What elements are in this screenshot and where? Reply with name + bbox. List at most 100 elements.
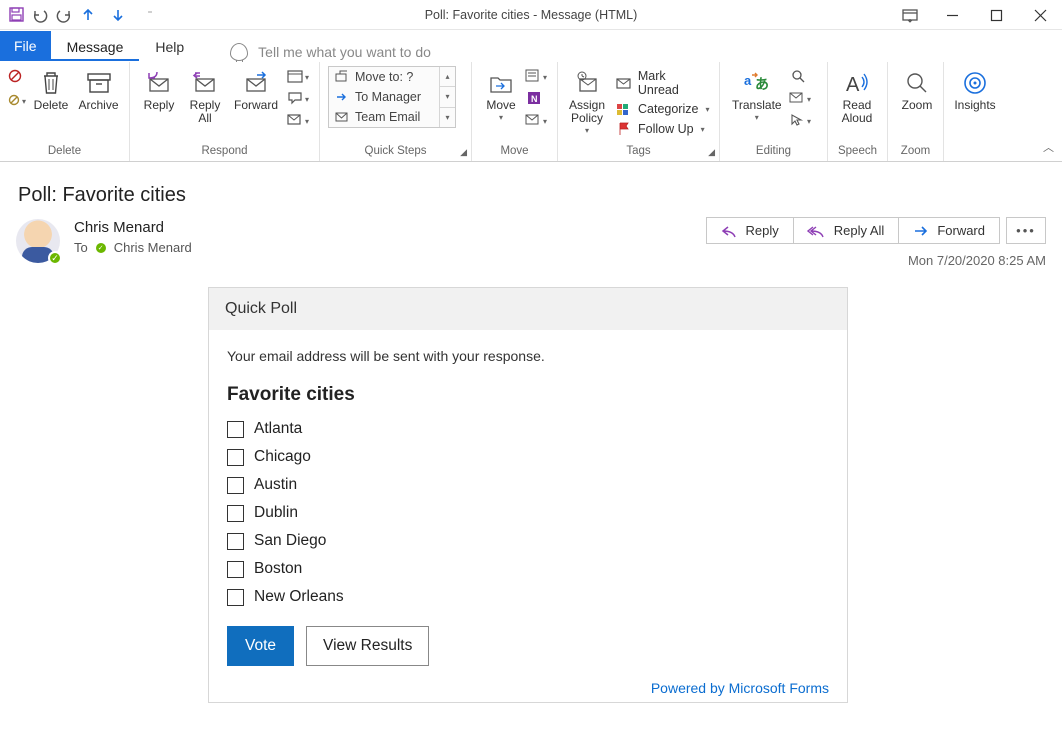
meeting-icon[interactable]: ▾ — [288, 68, 306, 84]
gallery-scroll[interactable]: ▴▾▾ — [439, 67, 455, 127]
dialog-launcher-icon[interactable]: ◢ — [460, 147, 467, 158]
read-aloud-button[interactable]: A Read Aloud — [836, 66, 878, 125]
tab-file[interactable]: File — [0, 31, 51, 61]
categorize-icon — [615, 101, 633, 117]
group-label-tags: Tags◢ — [566, 142, 711, 161]
find-icon[interactable] — [790, 68, 808, 84]
sender-name: Chris Menard — [74, 219, 192, 236]
more-actions-button[interactable]: ••• — [1006, 217, 1046, 244]
svg-text:▾: ▾ — [807, 95, 811, 104]
follow-up-button[interactable]: Follow Up▾ — [612, 120, 712, 138]
checkbox-icon[interactable] — [227, 533, 244, 550]
assign-policy-button[interactable]: Assign Policy ▾ — [566, 66, 608, 135]
minimize-button[interactable] — [930, 0, 974, 30]
poll-header: Quick Poll — [209, 288, 847, 330]
previous-item-icon[interactable] — [78, 5, 98, 25]
assign-policy-icon — [573, 69, 601, 97]
reply-action-button[interactable]: Reply — [706, 217, 793, 244]
checkbox-icon[interactable] — [227, 561, 244, 578]
move-folder-icon — [487, 69, 515, 97]
poll-option[interactable]: Boston — [227, 560, 829, 578]
svg-text:N: N — [531, 94, 538, 104]
close-button[interactable] — [1018, 0, 1062, 30]
ignore-icon[interactable] — [8, 68, 26, 84]
quick-step-item[interactable]: Move to: ? — [329, 67, 439, 87]
poll-option[interactable]: Austin — [227, 476, 829, 494]
tell-me-search[interactable]: Tell me what you want to do — [258, 44, 431, 60]
quick-steps-gallery[interactable]: Move to: ? To Manager Team Email ▴▾▾ — [328, 66, 456, 128]
poll-option[interactable]: San Diego — [227, 532, 829, 550]
maximize-button[interactable] — [974, 0, 1018, 30]
poll-option[interactable]: New Orleans — [227, 588, 829, 606]
onenote-icon[interactable]: N — [526, 90, 544, 106]
checkbox-icon[interactable] — [227, 589, 244, 606]
qat-customize-icon[interactable]: ⁼ — [140, 5, 160, 25]
tab-help[interactable]: Help — [139, 33, 200, 61]
forward-icon — [242, 69, 270, 97]
svg-text:あ: あ — [755, 76, 769, 92]
ribbon-display-options-icon[interactable] — [894, 0, 926, 30]
delete-button[interactable]: Delete — [30, 66, 72, 112]
move-button[interactable]: Move ▾ — [480, 66, 522, 122]
poll-option[interactable]: Dublin — [227, 504, 829, 522]
svg-text:▾: ▾ — [543, 73, 547, 82]
group-label-speech: Speech — [836, 142, 879, 161]
related-icon[interactable]: ▾ — [790, 90, 808, 106]
save-icon[interactable] — [6, 5, 26, 25]
to-label: To — [74, 240, 88, 255]
flag-icon — [615, 121, 633, 137]
message-actions: Reply Reply All Forward ••• — [707, 217, 1046, 244]
reply-button[interactable]: Reply — [138, 66, 180, 112]
svg-text:▾: ▾ — [305, 73, 309, 82]
checkbox-icon[interactable] — [227, 421, 244, 438]
svg-text:▾: ▾ — [543, 117, 547, 126]
group-label-editing: Editing — [728, 142, 819, 161]
quick-step-item[interactable]: Team Email — [329, 107, 439, 127]
checkbox-icon[interactable] — [227, 449, 244, 466]
reply-all-button[interactable]: Reply All — [184, 66, 226, 125]
reply-all-icon — [191, 69, 219, 97]
translate-button[interactable]: aあ Translate ▾ — [728, 66, 786, 122]
to-recipient[interactable]: Chris Menard — [114, 240, 192, 255]
undo-icon[interactable] — [30, 5, 50, 25]
select-icon[interactable]: ▾ — [790, 112, 808, 128]
insights-button[interactable]: Insights — [952, 66, 998, 112]
more-respond-icon[interactable]: ▾ — [288, 112, 306, 128]
message-timestamp: Mon 7/20/2020 8:25 AM — [908, 253, 1046, 268]
svg-text:a: a — [744, 73, 752, 88]
poll-question: Favorite cities — [227, 384, 829, 406]
powered-by-link[interactable]: Powered by Microsoft Forms — [651, 680, 829, 696]
dialog-launcher-icon[interactable]: ◢ — [708, 147, 715, 158]
zoom-button[interactable]: Zoom — [896, 66, 938, 112]
view-results-button[interactable]: View Results — [306, 626, 429, 666]
translate-icon: aあ — [743, 69, 771, 97]
collapse-ribbon-icon[interactable]: ︿ — [1043, 139, 1054, 155]
im-icon[interactable]: ▾ — [288, 90, 306, 106]
quick-step-item[interactable]: To Manager — [329, 87, 439, 107]
poll-option[interactable]: Chicago — [227, 448, 829, 466]
archive-button[interactable]: Archive — [76, 66, 121, 112]
poll-option[interactable]: Atlanta — [227, 420, 829, 438]
ribbon-tabs: File Message Help Tell me what you want … — [0, 30, 1062, 62]
svg-text:▾: ▾ — [807, 117, 811, 126]
redo-icon[interactable] — [54, 5, 74, 25]
group-label-quicksteps: Quick Steps◢ — [328, 142, 463, 161]
group-label-delete: Delete — [8, 142, 121, 161]
junk-icon[interactable]: ▾ — [8, 92, 26, 108]
mark-unread-button[interactable]: Mark Unread — [612, 68, 712, 98]
quick-poll-card: Quick Poll Your email address will be se… — [208, 287, 848, 703]
forward-action-button[interactable]: Forward — [898, 217, 1000, 244]
vote-button[interactable]: Vote — [227, 626, 294, 666]
trash-icon — [37, 69, 65, 97]
checkbox-icon[interactable] — [227, 505, 244, 522]
forward-button[interactable]: Forward — [230, 66, 282, 112]
actions-icon[interactable]: ▾ — [526, 112, 544, 128]
reply-all-action-button[interactable]: Reply All — [793, 217, 900, 244]
rules-icon[interactable]: ▾ — [526, 68, 544, 84]
poll-note: Your email address will be sent with you… — [227, 348, 829, 364]
categorize-button[interactable]: Categorize▾ — [612, 100, 712, 118]
group-label-respond: Respond — [138, 142, 311, 161]
checkbox-icon[interactable] — [227, 477, 244, 494]
tab-message[interactable]: Message — [51, 33, 140, 61]
next-item-icon[interactable] — [108, 5, 128, 25]
